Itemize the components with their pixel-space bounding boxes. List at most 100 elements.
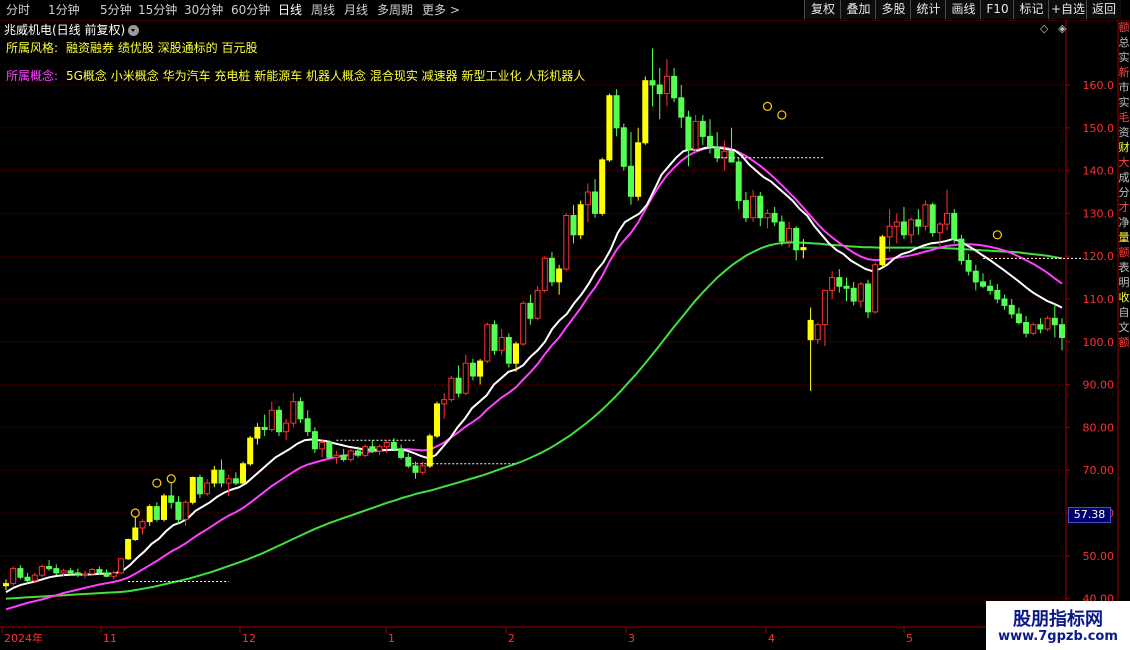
candle-body	[570, 215, 577, 236]
candle-body	[671, 75, 678, 99]
candle-body	[304, 418, 311, 433]
candle-body	[1030, 324, 1037, 334]
candle-body	[103, 572, 110, 577]
candle-body	[929, 204, 936, 234]
style-value: 融资融券 绩优股 深股通标的 百元股	[66, 41, 258, 55]
candle-body	[405, 456, 412, 467]
candle-body	[355, 450, 361, 456]
candle-body	[10, 568, 17, 585]
candle-body	[326, 441, 333, 458]
strip-char: 收	[1118, 291, 1130, 304]
watermark-title: 股朋指标网	[1013, 609, 1103, 630]
kline-chart[interactable]: 160.0 150.0 140.0 130.0 120.0 110.0 100.0 90.00…	[0, 0, 1130, 650]
candle-body	[972, 270, 979, 283]
candle-body	[599, 159, 606, 214]
candle-body	[82, 573, 88, 576]
strip-char: 市	[1118, 81, 1130, 94]
candle-body	[110, 572, 117, 577]
style-label: 所属风格:	[6, 41, 59, 55]
candle-body	[656, 84, 663, 95]
date-tick-label: 11	[103, 632, 117, 645]
candle-body	[505, 337, 512, 364]
candle-body	[455, 377, 462, 394]
candle-body	[89, 569, 96, 575]
candle-body	[836, 277, 843, 287]
candle-body	[951, 212, 958, 240]
candle-body	[31, 574, 38, 582]
stock-title: 兆威机电(日线 前复权)	[4, 23, 126, 37]
candle-body	[434, 403, 440, 437]
candle-body	[254, 426, 261, 439]
strip-char: 额	[1118, 336, 1130, 349]
candle-body	[750, 195, 757, 219]
candle-body	[390, 441, 397, 450]
right-info-strip[interactable]: 额总实新市实毛资财大成分才净量额表明收自文额	[1118, 20, 1130, 600]
candle-body	[814, 324, 821, 341]
candle-body	[685, 116, 692, 150]
strip-char: 分	[1118, 186, 1130, 199]
candle-body	[441, 399, 448, 405]
candle-body	[987, 285, 994, 292]
candle-body	[17, 568, 24, 578]
current-price-tag: 57.38	[1068, 507, 1111, 523]
price-tick-label: 80.00	[1083, 421, 1115, 434]
candle-body	[204, 482, 211, 495]
settings-icon[interactable]: ◈	[1058, 22, 1066, 35]
candle-body	[807, 319, 814, 341]
candle-body	[333, 454, 340, 458]
candle-body	[829, 277, 836, 291]
candle-body	[865, 283, 871, 313]
candle-body	[153, 506, 160, 520]
candle-body	[1037, 324, 1044, 330]
price-tick-label: 120.0	[1083, 250, 1115, 263]
candle-body	[692, 120, 699, 150]
candle-body	[649, 80, 656, 86]
candle-body	[67, 570, 74, 574]
strip-char: 总	[1118, 36, 1130, 49]
candle-body	[498, 337, 505, 351]
candle-body	[994, 289, 1001, 300]
candle-body	[311, 431, 318, 450]
candle-body	[419, 465, 426, 473]
candle-body	[678, 97, 685, 118]
candle-body	[513, 343, 519, 364]
strip-char: 实	[1118, 96, 1130, 109]
candle-body	[60, 570, 67, 574]
candle-body	[872, 264, 879, 313]
candle-body	[821, 289, 828, 326]
candle-body	[548, 257, 555, 283]
candle-body	[1044, 317, 1051, 330]
strip-char: 新	[1118, 66, 1130, 79]
candle-body	[527, 302, 534, 319]
candle-body	[168, 495, 175, 503]
candle-body	[462, 362, 469, 394]
strip-char: 自	[1118, 306, 1130, 319]
candle-body	[556, 268, 563, 283]
candle-body	[771, 212, 778, 223]
candle-body	[412, 465, 419, 473]
candle-body	[714, 146, 721, 159]
candle-body	[742, 200, 749, 219]
candle-body	[628, 165, 634, 197]
candle-body	[218, 469, 225, 484]
candle-body	[46, 566, 53, 570]
candle-body	[577, 204, 584, 236]
candle-body	[247, 437, 254, 465]
candle-body	[592, 191, 598, 214]
candle-body	[182, 501, 189, 520]
candle-body	[520, 302, 527, 345]
watermark: 股朋指标网 www.7gpzb.com	[986, 601, 1130, 650]
candle-body	[778, 221, 785, 242]
price-tick-label: 90.00	[1083, 379, 1115, 392]
candle-body	[53, 568, 60, 574]
candle-body	[563, 215, 570, 270]
candle-body	[584, 191, 591, 206]
candle-body	[635, 142, 642, 197]
candle-body	[663, 75, 670, 95]
date-tick-label: 2024年	[4, 631, 43, 645]
chevron-down-icon[interactable]	[128, 25, 139, 36]
price-tick-label: 110.0	[1083, 293, 1115, 306]
candle-body	[735, 161, 742, 201]
strip-char: 财	[1118, 141, 1130, 154]
diamond-icon[interactable]: ◇	[1040, 22, 1048, 35]
